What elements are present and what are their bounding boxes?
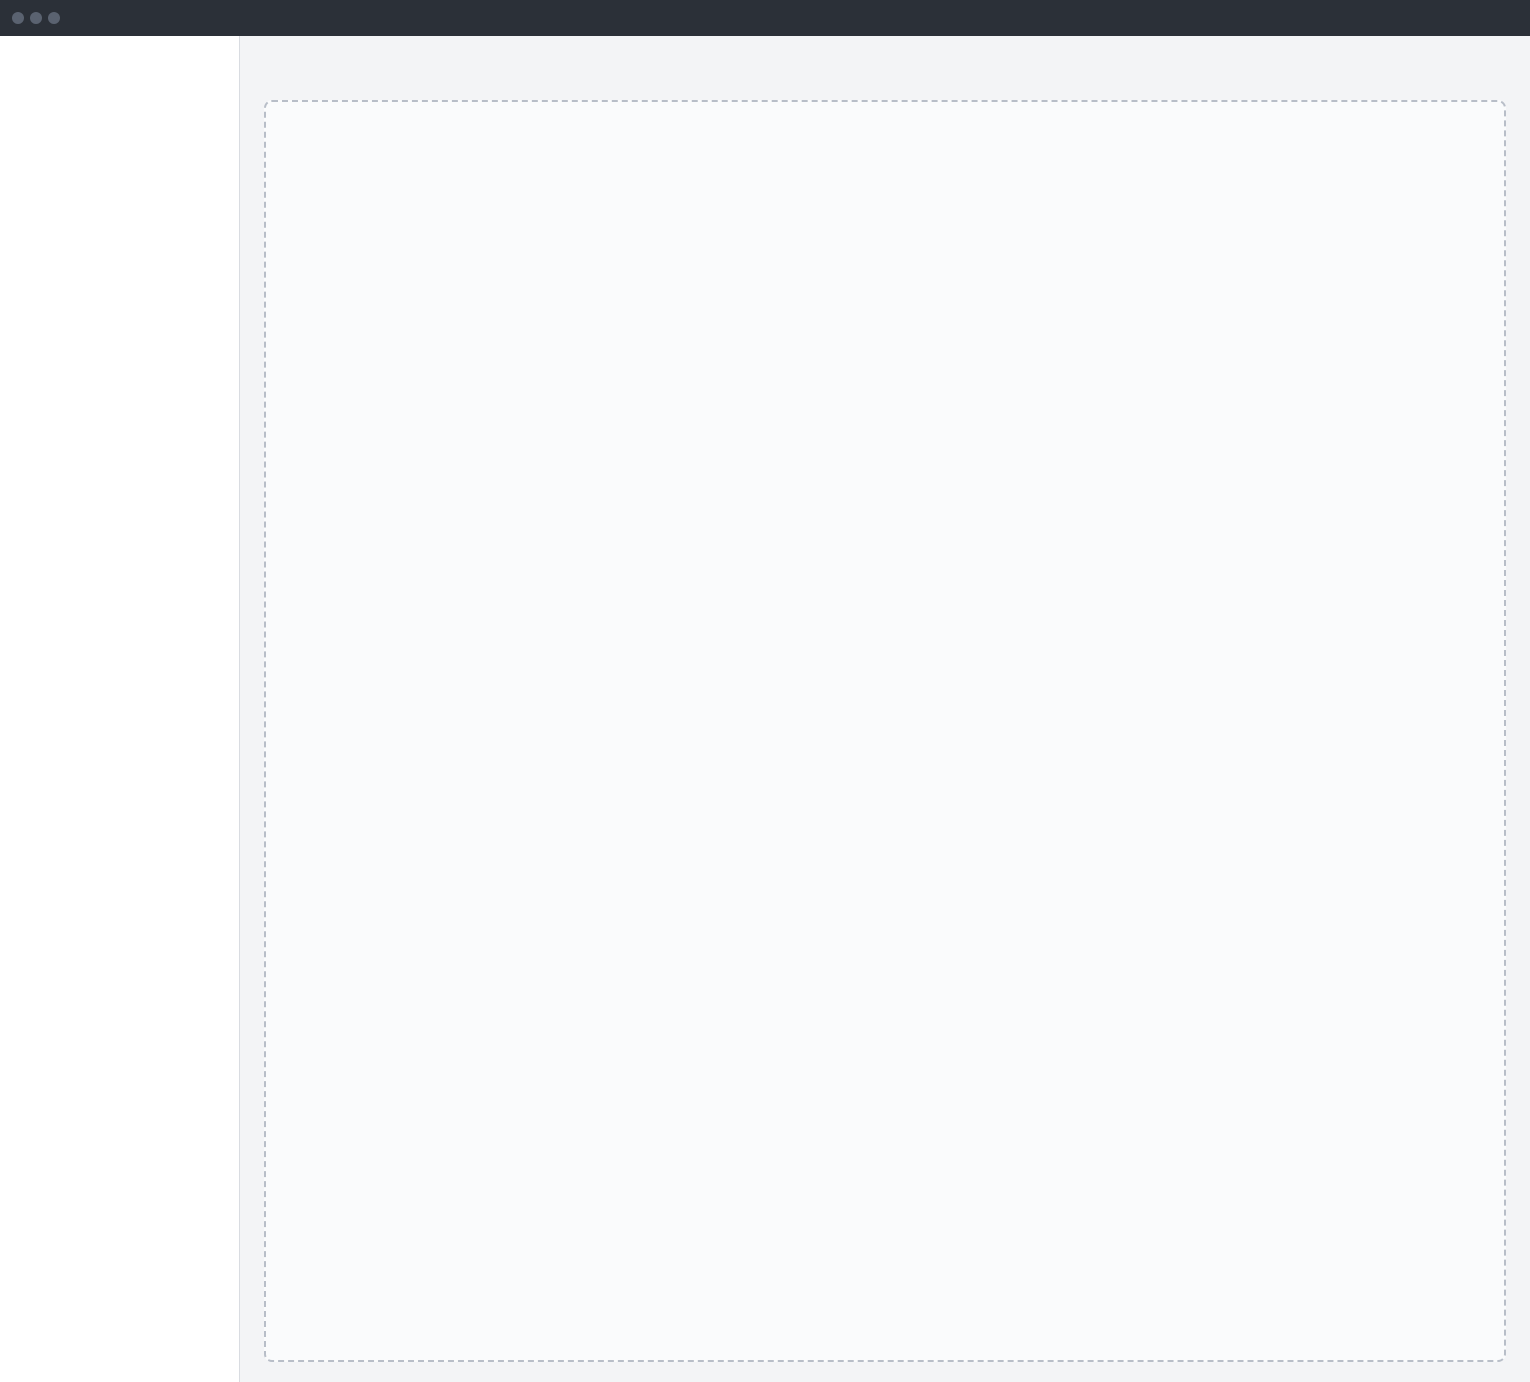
close-window-icon[interactable] — [12, 12, 24, 24]
main-content — [240, 36, 1530, 1382]
content-area — [264, 100, 1506, 1362]
page-title — [264, 56, 1506, 84]
app-body — [0, 36, 1530, 1382]
maximize-window-icon[interactable] — [48, 12, 60, 24]
app-window — [0, 0, 1530, 1382]
title-bar — [0, 0, 1530, 36]
minimize-window-icon[interactable] — [30, 12, 42, 24]
window-controls — [12, 12, 60, 24]
sidebar — [0, 36, 240, 1382]
